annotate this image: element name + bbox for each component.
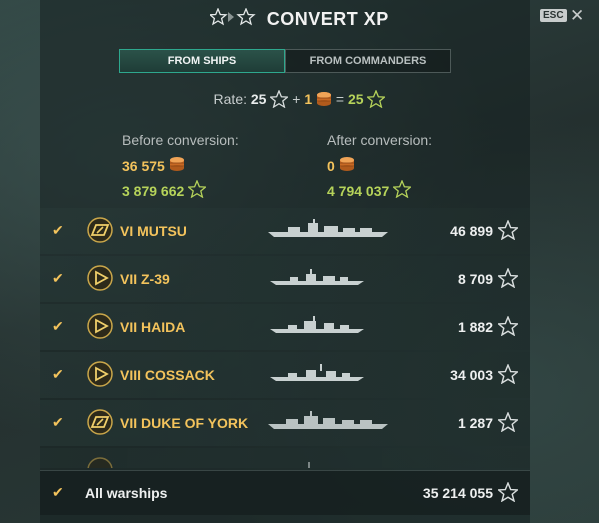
- after-xp: 4 794 037: [327, 179, 413, 201]
- ship-row[interactable]: ✔ VIII COSSACK 34 003: [40, 352, 530, 398]
- dialog-title: CONVERT XP: [266, 9, 389, 29]
- after-doubloons: 0: [327, 156, 355, 175]
- checkmark-icon[interactable]: ✔: [52, 318, 64, 335]
- xp-star-icon: [496, 363, 520, 389]
- xp-star-icon: [269, 89, 290, 111]
- before-xp-value: 3 879 662: [122, 182, 185, 199]
- destroyer-silhouette-icon: [268, 314, 388, 341]
- checkmark-icon[interactable]: ✔: [52, 270, 64, 287]
- battleship-emblem-icon: [87, 409, 113, 440]
- esc-key-hint[interactable]: ESC: [540, 9, 567, 22]
- ship-row[interactable]: ✔ VI MUTSU 46 899: [40, 208, 530, 254]
- before-xp: 3 879 662: [122, 179, 208, 201]
- destroyer-silhouette-icon: [268, 362, 388, 389]
- all-warships-label: All warships: [85, 485, 168, 501]
- tab-from-ships[interactable]: FROM SHIPS: [119, 49, 285, 73]
- checkmark-icon[interactable]: ✔: [52, 484, 64, 501]
- ship-xp: 1 882: [457, 319, 493, 335]
- rate-xp-amount: 25: [250, 91, 267, 108]
- xp-star-icon: [496, 315, 520, 341]
- battleship-emblem-icon: [87, 457, 113, 468]
- ship-row[interactable]: ✔ VII DUKE OF YORK 1 287: [40, 400, 530, 446]
- ship-name: VIII COSSACK: [120, 367, 215, 383]
- conversion-rate: Rate: 25 + 1 = 25: [0, 89, 599, 111]
- destroyer-emblem-icon: [87, 361, 113, 392]
- ship-row[interactable]: ✔ VII Z-39 8 709: [40, 256, 530, 302]
- ship-xp: 8 709: [457, 271, 493, 287]
- ship-name: VI MUTSU: [120, 223, 187, 239]
- before-doubloons-value: 36 575: [122, 157, 165, 174]
- battleship-silhouette-icon: [268, 458, 388, 468]
- checkmark-icon[interactable]: ✔: [52, 366, 64, 383]
- rate-plus: +: [292, 91, 301, 108]
- convert-xp-icon: [208, 7, 256, 31]
- ship-xp: 46 899: [450, 223, 493, 239]
- after-doubloons-value: 0: [327, 157, 335, 174]
- close-icon[interactable]: ✕: [570, 6, 584, 26]
- ship-xp: 34 003: [450, 367, 493, 383]
- before-heading: Before conversion:: [122, 132, 239, 148]
- ship-row[interactable]: ✔ VII HAIDA 1 882: [40, 304, 530, 350]
- xp-star-icon: [496, 481, 520, 507]
- ship-list[interactable]: ✔ VI MUTSU 46 899 ✔ VII Z-39 8 709 ✔ VII…: [40, 208, 530, 468]
- ship-name: VII HAIDA: [120, 319, 186, 335]
- ship-name: VII DUKE OF YORK: [120, 415, 249, 431]
- checkmark-icon[interactable]: ✔: [52, 222, 64, 239]
- all-warships-row[interactable]: ✔ All warships 35 214 055: [40, 470, 530, 515]
- free-xp-star-icon: [187, 179, 208, 201]
- destroyer-emblem-icon: [87, 265, 113, 296]
- battleship-emblem-icon: [87, 217, 113, 248]
- xp-star-icon: [496, 411, 520, 437]
- doubloon-icon: [316, 91, 332, 110]
- source-tabs: FROM SHIPS FROM COMMANDERS: [119, 49, 451, 73]
- xp-star-icon: [496, 219, 520, 245]
- rate-label: Rate:: [213, 91, 247, 108]
- battleship-silhouette-icon: [268, 218, 388, 245]
- destroyer-silhouette-icon: [268, 266, 388, 293]
- free-xp-star-icon: [392, 179, 413, 201]
- rate-free-xp: 25: [347, 91, 364, 108]
- all-warships-xp: 35 214 055: [422, 485, 493, 501]
- after-xp-value: 4 794 037: [327, 182, 390, 199]
- doubloon-icon: [339, 156, 355, 175]
- free-xp-star-icon: [366, 89, 387, 111]
- xp-star-icon: [496, 267, 520, 293]
- destroyer-emblem-icon: [87, 313, 113, 344]
- rate-doubloons: 1: [304, 91, 313, 108]
- ship-name: VII Z-39: [120, 271, 170, 287]
- battleship-silhouette-icon: [268, 410, 388, 437]
- rate-equals: =: [335, 91, 345, 108]
- doubloon-icon: [169, 156, 185, 175]
- ship-xp: 1 287: [457, 415, 493, 431]
- tab-from-commanders[interactable]: FROM COMMANDERS: [285, 49, 451, 73]
- dialog-header: CONVERT XP: [0, 7, 599, 31]
- before-doubloons: 36 575: [122, 156, 185, 175]
- ship-row-partial[interactable]: [40, 448, 530, 468]
- after-heading: After conversion:: [327, 132, 433, 148]
- checkmark-icon[interactable]: ✔: [52, 414, 64, 431]
